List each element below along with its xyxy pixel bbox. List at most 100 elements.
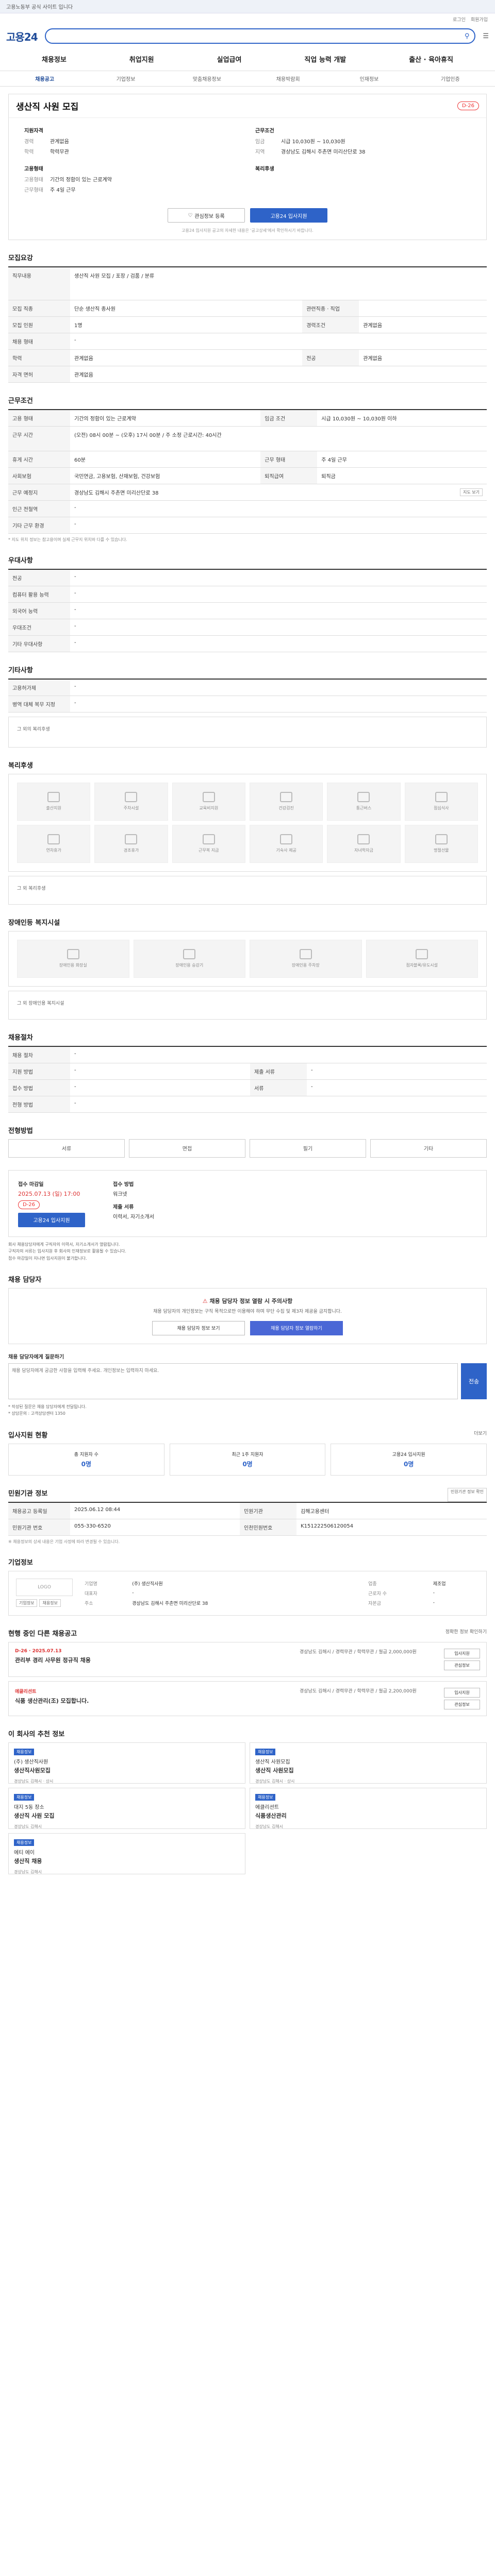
recommend-card[interactable]: 채용정보 에클리션트 식품생산관리 경상남도 김해시 [250, 1787, 487, 1829]
related-apply-button[interactable]: 입사지원 [444, 1648, 480, 1658]
nav-benefit[interactable]: 실업급여 [217, 54, 242, 64]
method-title: 전형방법 [8, 1127, 33, 1135]
welfare-label: 자녀학자금 [354, 848, 373, 853]
welfare-icon [280, 834, 293, 844]
recommend-tag: 채용정보 [255, 1748, 276, 1755]
company-section: 기업정보 LOGO 기업정보 채용정보 기업명 (주) 생산직사원 업종 제조업 대표… [8, 1557, 487, 1616]
save-interest-button[interactable]: ♡ 관심정보 등록 [168, 208, 245, 223]
apply-button[interactable]: 고용24 입사지원 [250, 208, 327, 223]
related-item[interactable]: D-26 · 2025.07.13 관리부 경리 사무원 정규직 채용 경상남도 … [8, 1641, 487, 1677]
status-value: 0명 [242, 1460, 253, 1468]
nav-parental[interactable]: 출산 · 육아휴직 [409, 54, 453, 64]
search-icon[interactable]: ⚲ [465, 32, 470, 40]
related-section: 현행 중인 다른 채용공고 정확한 정보 확인하기 D-26 · 2025.07… [8, 1628, 487, 1716]
recommend-name: 대지 5동 장소 [14, 1804, 44, 1810]
related-date: D-26 · 2025.07.13 [15, 1648, 62, 1654]
work-value: 국민연금, 고용보험, 산재보험, 건강보험 [70, 467, 261, 484]
menu-icon[interactable]: ☰ [483, 32, 489, 40]
gov-button[interactable]: 민원기관 정보 확인 [448, 1487, 487, 1502]
subnav-custom[interactable]: 맞춤채용정보 [167, 75, 248, 82]
nav-jobs[interactable]: 채용정보 [42, 54, 67, 64]
question-submit-button[interactable]: 전송 [461, 1363, 487, 1399]
login-link[interactable]: 로그인 [453, 16, 466, 23]
subnav-postings[interactable]: 채용공고 [4, 75, 85, 82]
status-title: 입사지원 현황 [8, 1431, 48, 1439]
related-more-link[interactable]: 정확한 정보 확인하기 [446, 1628, 487, 1642]
career-key: 경력 [24, 139, 34, 145]
work-key: 사회보험 [8, 467, 70, 484]
status-more-link[interactable]: 더보기 [474, 1430, 487, 1444]
related-job-title[interactable]: 식품 생산관리(조) 모집합니다. [15, 1697, 289, 1705]
recommend-card[interactable]: 채용정보 생산직 사원모집 생산직 사원모집 경상남도 김해시 · 상시 [250, 1742, 487, 1784]
welfare-item: 기숙사 제공 [249, 824, 323, 863]
process-apply-button[interactable]: 고용24 입사지원 [18, 1212, 85, 1227]
map-button[interactable]: 지도 보기 [460, 488, 483, 496]
facility-label: 장애인용 주차장 [291, 963, 320, 968]
subnav-company[interactable]: 기업정보 [85, 75, 166, 82]
welfare-title: 복리후생 [8, 761, 33, 770]
welfare-label: 복리후생 [255, 166, 274, 172]
related-apply-button[interactable]: 입사지원 [444, 1687, 480, 1698]
welfare-item: 점심식사 [404, 782, 478, 821]
method-label: 접수 방법 [113, 1181, 134, 1188]
top-banner: 고용노동부 공식 사이트 입니다 [0, 0, 495, 13]
subnav-talent[interactable]: 인재정보 [328, 75, 409, 82]
related-info: 경상남도 김해시 / 경력무관 / 학력무관 / 월급 2,200,000원 [300, 1688, 417, 1694]
nav-support[interactable]: 취업지원 [129, 54, 154, 64]
perk-key: 기타 우대사항 [8, 635, 70, 652]
join-link[interactable]: 회원가입 [471, 16, 488, 23]
process-key: 전형 방법 [8, 1096, 70, 1113]
recruit-key: 관련직종 · 직업 [302, 300, 359, 317]
other-title: 기타사항 [8, 666, 33, 674]
related-save-button[interactable]: 관심정보 [444, 1660, 480, 1670]
related-item[interactable]: 에클리션트 식품 생산관리(조) 모집합니다. 경상남도 김해시 / 경력무관 /… [8, 1681, 487, 1716]
perks-title: 우대사항 [8, 556, 33, 565]
pay-key: 임금 [255, 139, 265, 145]
manager-open-button[interactable]: 채용 담당자 정보 열람하기 [250, 1320, 343, 1335]
recruit-key: 자격 면허 [8, 366, 70, 383]
header: 고용24 ⚲ ☰ [0, 25, 495, 47]
recommend-card[interactable]: 채용정보 에티 에이 생산직 채용 경상남도 김해시 [8, 1833, 245, 1874]
welfare-label: 출산지원 [46, 806, 61, 810]
search-input[interactable]: ⚲ [44, 28, 476, 44]
recruit-value: - [70, 333, 487, 350]
recommend-job: 식품생산관리 [255, 1812, 287, 1819]
facility-label: 점자블록/유도시설 [406, 963, 438, 968]
subnav-cert[interactable]: 기업인증 [410, 75, 491, 82]
site-logo[interactable]: 고용24 [6, 29, 38, 44]
work-value: - [70, 500, 487, 517]
heart-icon: ♡ [188, 212, 193, 218]
recruit-key: 모집 직종 [8, 300, 70, 317]
welfare-extra-label: 그 외 복리후생 [17, 886, 46, 891]
job-title: 생산직 사원 모집 [16, 102, 79, 112]
recommend-meta: 경상남도 김해시 · 상시 [14, 1778, 54, 1784]
recruit-value: 관계없음 [70, 349, 303, 366]
company-info-button[interactable]: 기업정보 [16, 1599, 38, 1607]
edu-value: 학력무관 [50, 149, 69, 155]
recruit-value: 1명 [70, 316, 303, 333]
related-job-title[interactable]: 관리부 경리 사무원 정규직 채용 [15, 1656, 289, 1664]
edu-key: 학력 [24, 149, 34, 155]
welfare-icon [202, 834, 215, 844]
work-value: 기간의 정함이 있는 근로계약 [70, 409, 261, 427]
subnav-fair[interactable]: 채용박람회 [248, 75, 328, 82]
related-save-button[interactable]: 관심정보 [444, 1699, 480, 1709]
company-jobs-button[interactable]: 채용정보 [39, 1599, 61, 1607]
method-section: 전형방법 서류 면접 필기 기타 [8, 1125, 487, 1158]
recommend-card[interactable]: 채용정보 (주) 생산직사원 생산직사원모집 경상남도 김해시 · 상시 [8, 1742, 245, 1784]
work-key: 기타 근무 환경 [8, 517, 70, 534]
status-card: 고용24 입사지원 0명 [331, 1443, 487, 1476]
company-value: - [132, 1590, 134, 1596]
work-value: 60분 [70, 451, 261, 468]
other-extra: 그 외의 복리후생 [8, 716, 487, 748]
nav-training[interactable]: 직업 능력 개발 [304, 54, 346, 64]
company-key: 업종 [368, 1581, 377, 1587]
process-note: 구직자의 서류는 입사지원 후 회사의 인재정보로 활용될 수 있습니다. [8, 1249, 126, 1254]
welfare-icon [435, 792, 448, 802]
manager-view-button[interactable]: 채용 담당자 정보 보기 [152, 1320, 245, 1335]
question-input[interactable] [8, 1363, 458, 1399]
process-key: 접수 방법 [8, 1079, 70, 1096]
recommend-name: (주) 생산직사원 [14, 1759, 48, 1765]
disabled-title: 장애인등 복지시설 [8, 919, 60, 927]
recommend-card[interactable]: 채용정보 대지 5동 장소 생산직 사원 모집 경상남도 김해시 [8, 1787, 245, 1829]
